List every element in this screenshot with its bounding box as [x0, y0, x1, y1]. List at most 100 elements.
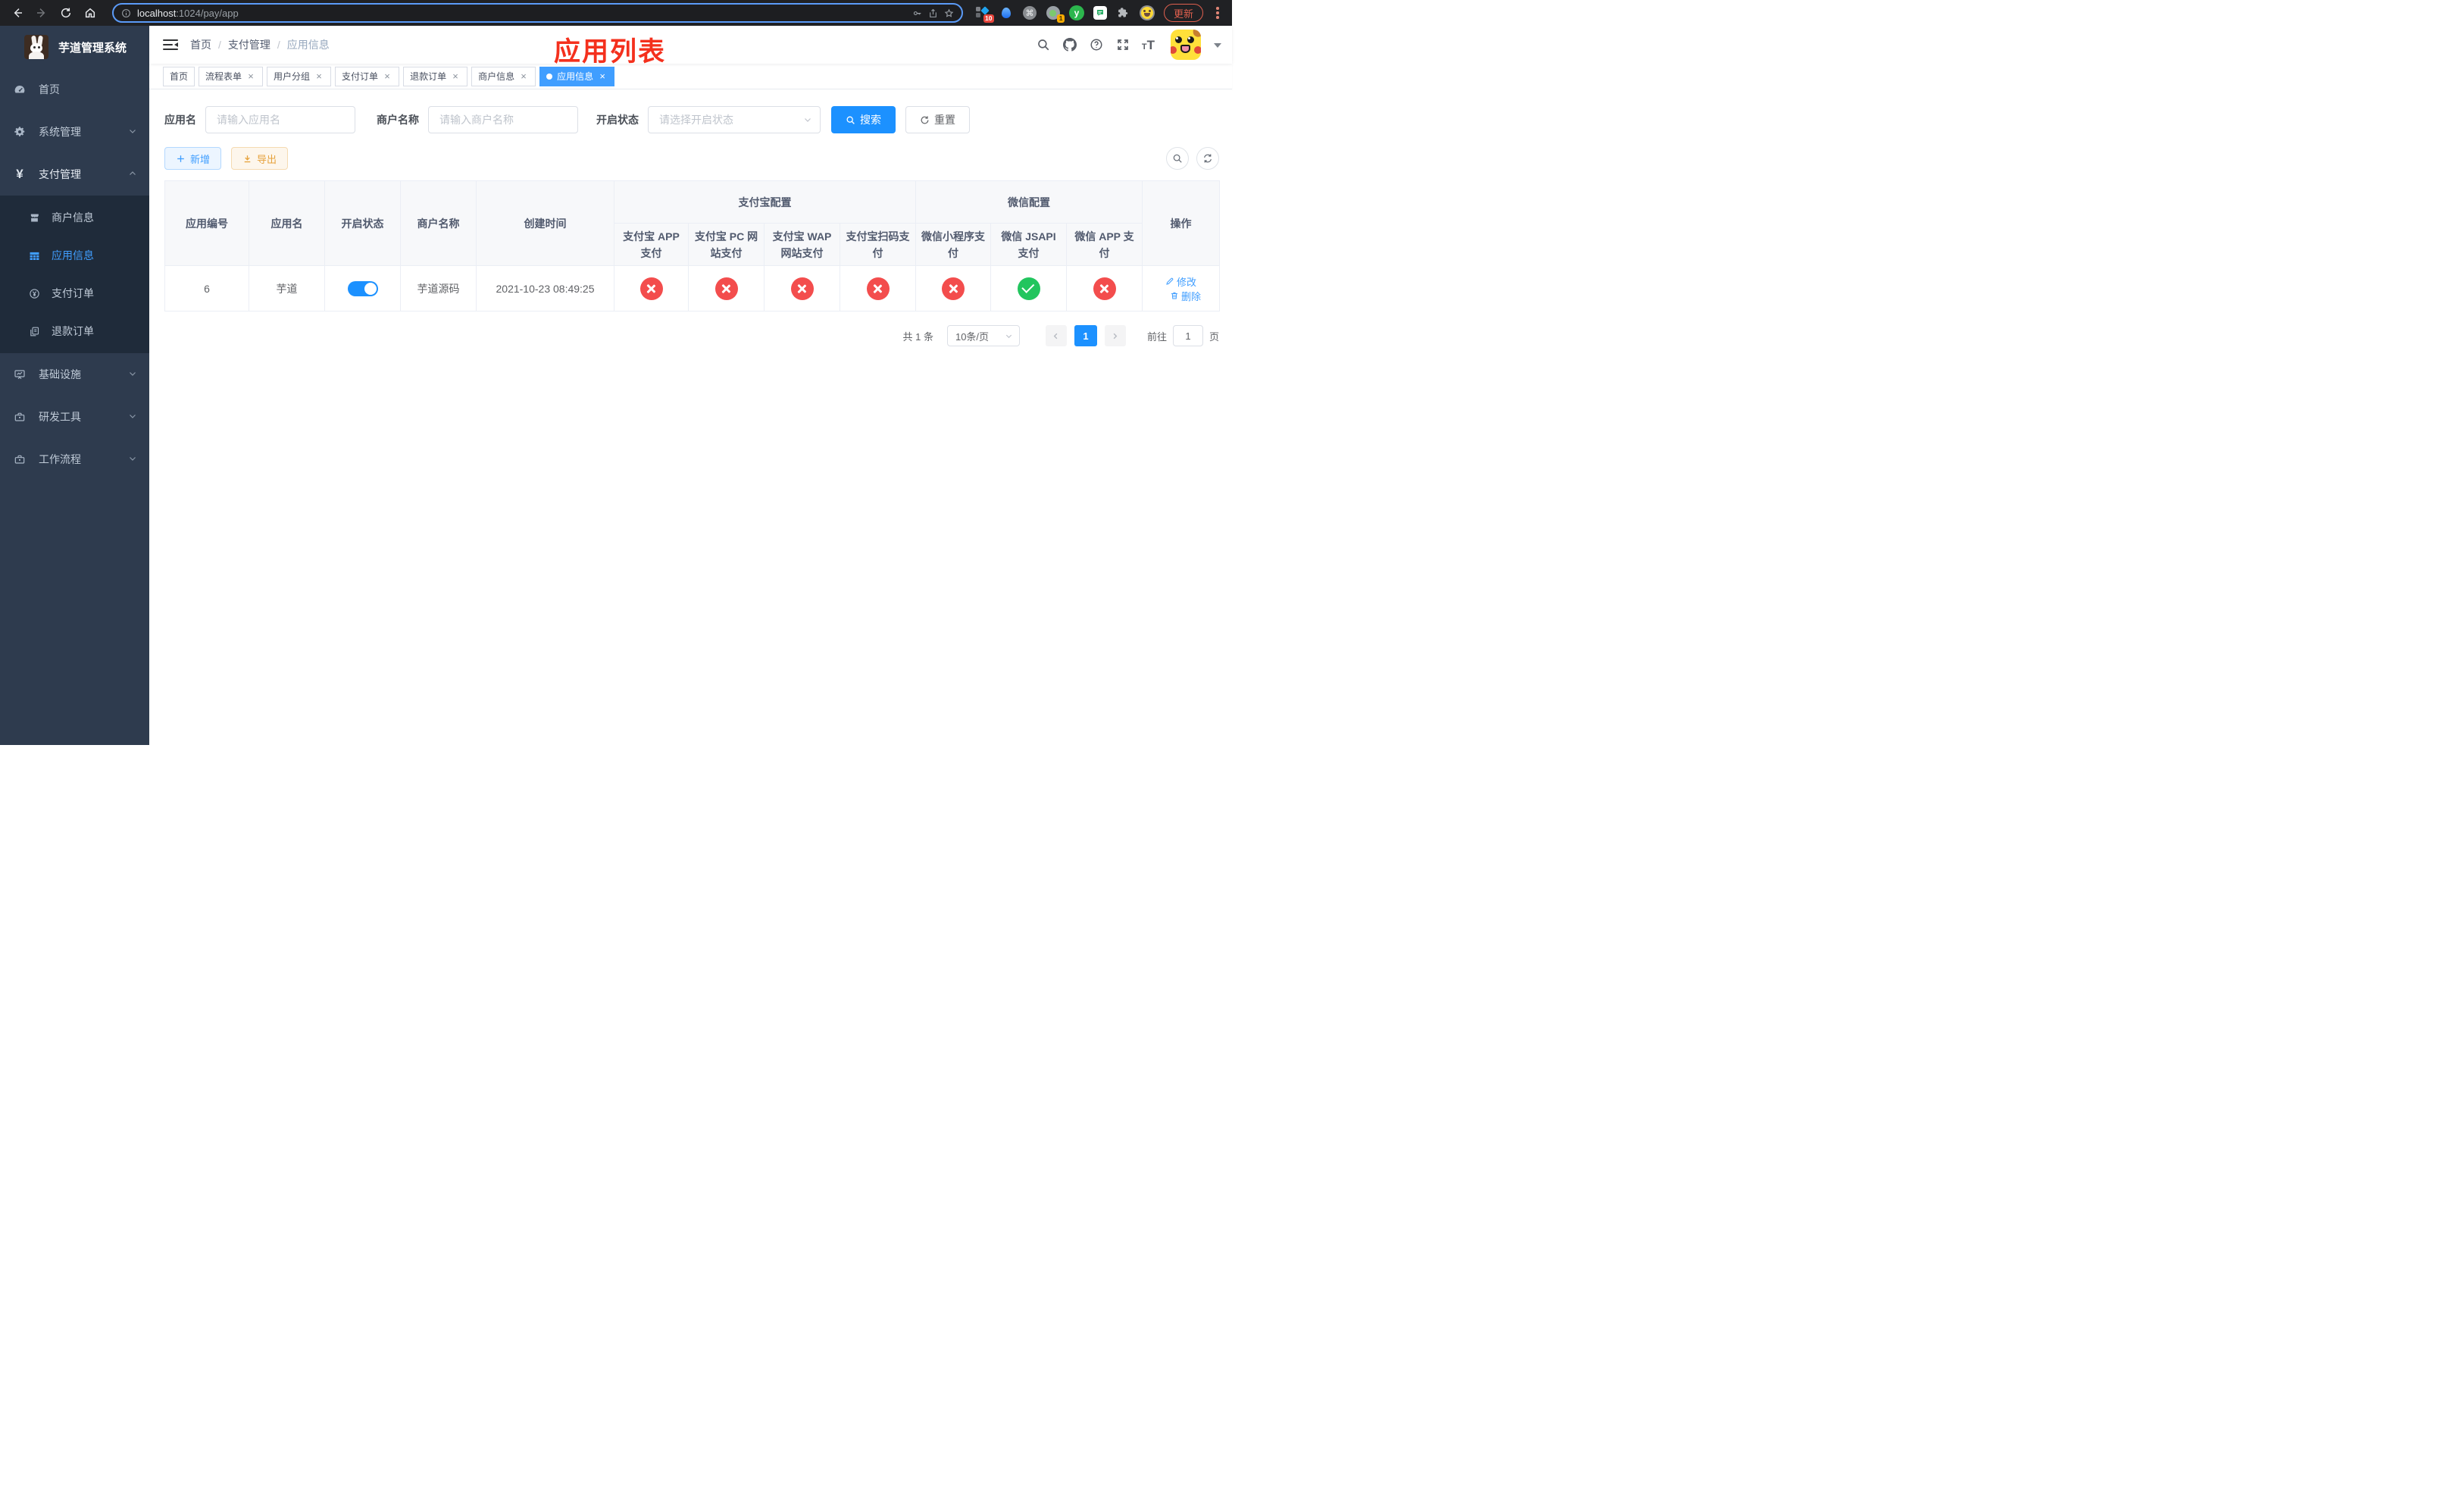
- tab-user-group[interactable]: 用户分组 ×: [267, 66, 332, 86]
- app-logo[interactable]: 芋道管理系统: [0, 26, 149, 68]
- status-wx-jsapi-icon: [1017, 277, 1040, 300]
- tab-app-info[interactable]: 应用信息 ×: [539, 66, 615, 86]
- breadcrumb-payment[interactable]: 支付管理: [228, 37, 270, 52]
- close-icon[interactable]: ×: [450, 71, 461, 82]
- chevron-down-icon: [128, 411, 137, 423]
- chevron-down-icon: [805, 118, 811, 122]
- site-info-icon[interactable]: [121, 8, 131, 18]
- tab-process-form[interactable]: 流程表单 ×: [199, 66, 264, 86]
- command-extension-icon[interactable]: ⌘: [1022, 5, 1037, 20]
- password-key-icon[interactable]: [912, 8, 922, 18]
- browser-update-button[interactable]: 更新: [1163, 4, 1203, 22]
- back-icon[interactable]: [8, 3, 27, 23]
- merchant-name-label: 商户名称: [377, 114, 419, 126]
- tab-merchant-info[interactable]: 商户信息 ×: [471, 66, 536, 86]
- chat-extension-icon[interactable]: [1093, 5, 1108, 20]
- refresh-table-button[interactable]: [1196, 147, 1219, 170]
- sidebar-subitem-merchant-info[interactable]: 商户信息: [0, 199, 149, 236]
- search-button[interactable]: 搜索: [831, 106, 896, 133]
- extensions-puzzle-icon[interactable]: [1116, 5, 1131, 20]
- sidebar-item-infrastructure[interactable]: 基础设施: [0, 353, 149, 396]
- sidebar-item-workflow[interactable]: 工作流程: [0, 438, 149, 480]
- goto-prefix-label: 前往: [1146, 330, 1167, 343]
- toolbox-icon: [14, 453, 26, 465]
- reload-icon[interactable]: [56, 3, 76, 23]
- add-button[interactable]: 新增: [164, 147, 222, 170]
- url-text[interactable]: localhost:1024/pay/app: [137, 8, 906, 19]
- forward-icon[interactable]: [32, 3, 52, 23]
- close-icon[interactable]: ×: [518, 71, 529, 82]
- next-page-button[interactable]: [1104, 325, 1126, 346]
- tab-pay-order[interactable]: 支付订单 ×: [335, 66, 400, 86]
- cell-app-name: 芋道: [249, 265, 325, 311]
- gem-extension-icon[interactable]: [999, 5, 1014, 20]
- monitor-icon: [14, 368, 26, 380]
- font-size-icon[interactable]: TT: [1142, 39, 1155, 52]
- dashboard-icon: [14, 83, 26, 95]
- plus-icon: [177, 155, 184, 162]
- col-alipay-qr: 支付宝扫码支付: [840, 223, 916, 266]
- table-icon: [29, 250, 40, 261]
- merchant-name-input[interactable]: [428, 106, 578, 133]
- share-icon[interactable]: [928, 8, 938, 18]
- sidebar-collapse-icon[interactable]: [163, 37, 178, 52]
- browser-profile-avatar[interactable]: [1139, 5, 1155, 20]
- col-wx-jsapi: 微信 JSAPI 支付: [990, 223, 1067, 266]
- extension-badge: 10: [983, 14, 994, 23]
- fullscreen-icon[interactable]: [1115, 37, 1130, 52]
- status-wx-mini-icon: [942, 277, 965, 300]
- col-status: 开启状态: [324, 180, 401, 266]
- pagination: 共 1 条 10条/页 1 前往 页: [164, 325, 1219, 346]
- sidebar-subitem-refund-order[interactable]: 退款订单: [0, 312, 149, 350]
- cell-status: [324, 265, 401, 311]
- yuque-extension-icon[interactable]: y: [1068, 5, 1084, 20]
- sidebar-item-system[interactable]: 系统管理: [0, 111, 149, 153]
- toggle-search-button[interactable]: [1166, 147, 1189, 170]
- enabled-toggle[interactable]: [347, 280, 378, 296]
- goto-page-input[interactable]: [1172, 325, 1203, 346]
- chevron-down-icon: [128, 368, 137, 380]
- cell-created: 2021-10-23 08:49:25: [476, 265, 614, 311]
- address-bar[interactable]: localhost:1024/pay/app: [112, 3, 963, 23]
- prev-page-button[interactable]: [1045, 325, 1067, 346]
- help-icon[interactable]: [1089, 37, 1104, 52]
- status-select[interactable]: 请选择开启状态: [648, 106, 821, 133]
- page-size-select[interactable]: 10条/页: [946, 325, 1020, 346]
- github-icon[interactable]: [1062, 37, 1077, 52]
- app-name-input[interactable]: [205, 106, 355, 133]
- close-icon[interactable]: ×: [245, 71, 256, 82]
- group-alipay-config: 支付宝配置: [614, 180, 916, 224]
- sidebar-item-home[interactable]: 首页: [0, 68, 149, 111]
- browser-menu-icon[interactable]: [1211, 7, 1224, 19]
- document-icon: [29, 326, 40, 337]
- search-icon: [846, 116, 855, 124]
- avatar-caret-icon[interactable]: [1214, 42, 1221, 52]
- close-icon[interactable]: ×: [382, 71, 392, 82]
- edit-button[interactable]: 修改: [1165, 274, 1196, 289]
- search-icon[interactable]: [1036, 37, 1051, 52]
- home-icon[interactable]: [80, 3, 100, 23]
- breadcrumb-home[interactable]: 首页: [190, 37, 211, 52]
- download-icon: [244, 155, 251, 162]
- sidebar-item-devtools[interactable]: 研发工具: [0, 396, 149, 438]
- user-avatar[interactable]: [1171, 30, 1201, 60]
- delete-button[interactable]: 删除: [1170, 289, 1201, 303]
- current-page-button[interactable]: 1: [1074, 325, 1097, 346]
- close-icon[interactable]: ×: [597, 71, 608, 82]
- app-title: 芋道管理系统: [58, 41, 127, 55]
- extension-icon[interactable]: 10: [975, 5, 994, 23]
- sidebar-subitem-pay-order[interactable]: 支付订单: [0, 274, 149, 312]
- trash-icon: [1171, 292, 1177, 299]
- profile-extension-icon[interactable]: 1: [1046, 5, 1065, 23]
- export-button[interactable]: 导出: [231, 147, 289, 170]
- tab-refund-order[interactable]: 退款订单 ×: [403, 66, 468, 86]
- sidebar: 芋道管理系统 首页 系统管理 ¥ 支付管理 商户信息 应用信息 支付订单 退款订…: [0, 26, 149, 745]
- bookmark-star-icon[interactable]: [944, 8, 954, 18]
- sidebar-item-payment[interactable]: ¥ 支付管理: [0, 153, 149, 196]
- app-table: 应用编号 应用名 开启状态 商户名称 创建时间 支付宝配置 微信配置 操作 支付…: [164, 180, 1220, 311]
- yen-icon: ¥: [16, 167, 23, 181]
- tab-home[interactable]: 首页: [163, 66, 195, 86]
- close-icon[interactable]: ×: [314, 71, 324, 82]
- reset-button[interactable]: 重置: [905, 106, 970, 133]
- sidebar-subitem-app-info[interactable]: 应用信息: [0, 236, 149, 274]
